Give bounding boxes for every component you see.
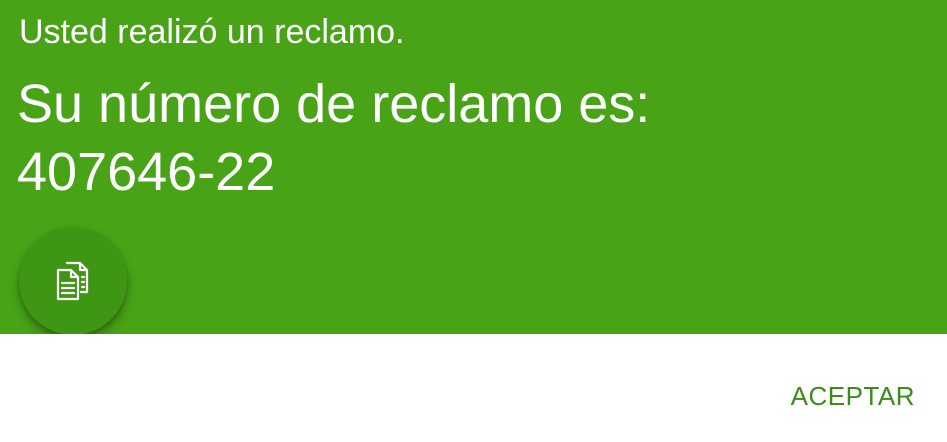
headline-text: Su número de reclamo es: — [17, 74, 651, 134]
claim-number: 407646-22 — [17, 142, 276, 202]
dialog-headline: Su número de reclamo es: 407646-22 — [17, 70, 650, 206]
accept-button[interactable]: ACEPTAR — [791, 380, 915, 412]
claim-confirmation-dialog: Usted realizó un reclamo. Su número de r… — [0, 0, 947, 442]
dialog-subtitle: Usted realizó un reclamo. — [19, 13, 405, 51]
dialog-actions: ACEPTAR — [0, 334, 947, 442]
copy-claim-number-button[interactable] — [19, 227, 127, 335]
copy-documents-icon — [51, 259, 95, 303]
dialog-header: Usted realizó un reclamo. Su número de r… — [0, 0, 947, 335]
